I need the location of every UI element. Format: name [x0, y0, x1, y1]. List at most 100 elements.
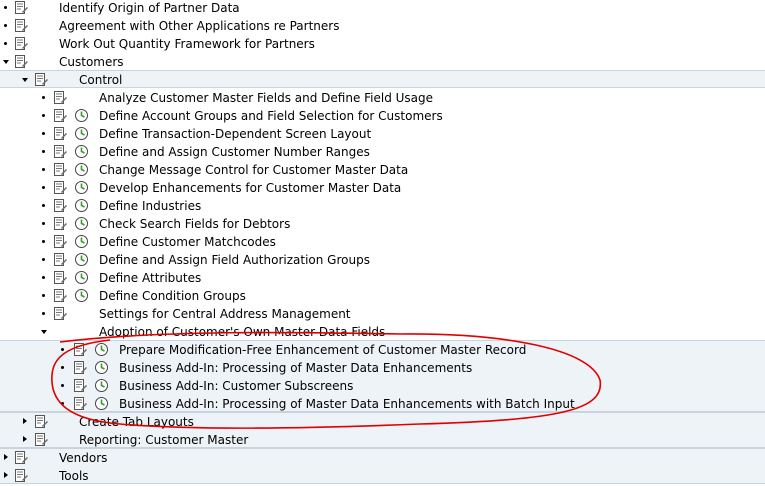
collapse-toggle-icon[interactable] — [23, 436, 27, 442]
document-pencil-icon[interactable] — [52, 108, 67, 123]
document-pencil-icon[interactable] — [13, 18, 28, 33]
tree-node-label[interactable]: Adoption of Customer's Own Master Data F… — [99, 324, 385, 340]
document-pencil-icon[interactable] — [52, 234, 67, 249]
tree-node[interactable]: Vendors — [0, 449, 765, 467]
tree-node[interactable]: Analyze Customer Master Fields and Defin… — [0, 89, 765, 107]
tree-node[interactable]: Change Message Control for Customer Mast… — [0, 161, 765, 179]
document-pencil-icon[interactable] — [13, 54, 28, 69]
tree-node[interactable]: Business Add-In: Processing of Master Da… — [0, 395, 765, 413]
tree-node[interactable]: Settings for Central Address Management — [0, 305, 765, 323]
tree-node[interactable]: Define Customer Matchcodes — [0, 233, 765, 251]
tree-node-label[interactable]: Reporting: Customer Master — [79, 432, 248, 448]
tree-node-label[interactable]: Agreement with Other Applications re Par… — [59, 18, 339, 34]
collapse-toggle-icon[interactable] — [4, 472, 8, 478]
tree-node-label[interactable]: Define and Assign Customer Number Ranges — [99, 144, 370, 160]
execute-clock-icon[interactable] — [74, 144, 89, 159]
document-pencil-icon[interactable] — [52, 198, 67, 213]
tree-node-label[interactable]: Develop Enhancements for Customer Master… — [99, 180, 401, 196]
document-pencil-icon[interactable] — [52, 90, 67, 105]
tree-node-label[interactable]: Customers — [59, 54, 124, 70]
document-pencil-icon[interactable] — [52, 216, 67, 231]
document-pencil-icon[interactable] — [52, 144, 67, 159]
execute-clock-icon[interactable] — [74, 270, 89, 285]
tree-node-label[interactable]: Tools — [59, 468, 89, 484]
tree-node-label[interactable]: Settings for Central Address Management — [99, 306, 351, 322]
document-pencil-icon[interactable] — [13, 0, 28, 15]
tree-node[interactable]: Identify Origin of Partner Data — [0, 0, 765, 17]
tree-node[interactable]: Develop Enhancements for Customer Master… — [0, 179, 765, 197]
document-pencil-icon[interactable] — [72, 378, 87, 393]
execute-clock-icon[interactable] — [74, 108, 89, 123]
tree-node[interactable]: Prepare Modification-Free Enhancement of… — [0, 341, 765, 359]
tree-node[interactable]: Tools — [0, 467, 765, 485]
tree-node[interactable]: Define and Assign Field Authorization Gr… — [0, 251, 765, 269]
tree-node-label[interactable]: Business Add-In: Customer Subscreens — [119, 378, 353, 394]
execute-clock-icon[interactable] — [74, 126, 89, 141]
tree-node-label[interactable]: Identify Origin of Partner Data — [59, 0, 240, 16]
expand-toggle-icon[interactable] — [41, 330, 47, 334]
execute-clock-icon[interactable] — [94, 378, 109, 393]
tree-node-label[interactable]: Define Attributes — [99, 270, 201, 286]
execute-clock-icon[interactable] — [94, 360, 109, 375]
tree-node-label[interactable]: Business Add-In: Processing of Master Da… — [119, 360, 472, 376]
tree-node[interactable]: Define Transaction-Dependent Screen Layo… — [0, 125, 765, 143]
execute-clock-icon[interactable] — [74, 234, 89, 249]
tree-node[interactable]: Reporting: Customer Master — [0, 431, 765, 449]
collapse-toggle-icon[interactable] — [4, 454, 8, 460]
tree-node[interactable]: Define Attributes — [0, 269, 765, 287]
tree-node-label[interactable]: Change Message Control for Customer Mast… — [99, 162, 408, 178]
expand-toggle-icon[interactable] — [22, 78, 28, 82]
document-pencil-icon[interactable] — [13, 36, 28, 51]
document-pencil-icon[interactable] — [52, 126, 67, 141]
tree-node[interactable]: Define Account Groups and Field Selectio… — [0, 107, 765, 125]
execute-clock-icon[interactable] — [74, 216, 89, 231]
tree-node-label[interactable]: Vendors — [59, 450, 107, 466]
tree-node-label[interactable]: Control — [79, 72, 122, 88]
tree-node-label[interactable]: Create Tab Layouts — [79, 414, 194, 430]
document-pencil-icon[interactable] — [52, 252, 67, 267]
tree-node[interactable]: Check Search Fields for Debtors — [0, 215, 765, 233]
document-pencil-icon[interactable] — [52, 162, 67, 177]
document-pencil-icon[interactable] — [52, 270, 67, 285]
document-pencil-icon[interactable] — [52, 288, 67, 303]
document-pencil-icon[interactable] — [72, 342, 87, 357]
expand-toggle-icon[interactable] — [3, 60, 9, 64]
execute-clock-icon[interactable] — [74, 288, 89, 303]
tree-node[interactable]: Create Tab Layouts — [0, 413, 765, 431]
tree-node-label[interactable]: Define Transaction-Dependent Screen Layo… — [99, 126, 371, 142]
document-pencil-icon[interactable] — [13, 468, 28, 483]
tree-node[interactable]: Define and Assign Customer Number Ranges — [0, 143, 765, 161]
execute-clock-icon[interactable] — [74, 162, 89, 177]
tree-node[interactable]: Define Industries — [0, 197, 765, 215]
tree-node[interactable]: Business Add-In: Customer Subscreens — [0, 377, 765, 395]
collapse-toggle-icon[interactable] — [23, 418, 27, 424]
execute-clock-icon[interactable] — [74, 180, 89, 195]
tree-node-label[interactable]: Define Condition Groups — [99, 288, 246, 304]
document-pencil-icon[interactable] — [52, 306, 67, 321]
tree-node[interactable]: Customers — [0, 53, 765, 71]
execute-clock-icon[interactable] — [74, 252, 89, 267]
tree-node-label[interactable]: Define and Assign Field Authorization Gr… — [99, 252, 370, 268]
tree-node[interactable]: Define Condition Groups — [0, 287, 765, 305]
tree-node-label[interactable]: Define Account Groups and Field Selectio… — [99, 108, 443, 124]
tree-node[interactable]: Agreement with Other Applications re Par… — [0, 17, 765, 35]
tree-node-label[interactable]: Check Search Fields for Debtors — [99, 216, 290, 232]
tree-node[interactable]: Business Add-In: Processing of Master Da… — [0, 359, 765, 377]
tree-node-label[interactable]: Define Industries — [99, 198, 201, 214]
tree-node-label[interactable]: Define Customer Matchcodes — [99, 234, 276, 250]
tree-node-label[interactable]: Prepare Modification-Free Enhancement of… — [119, 342, 526, 358]
document-pencil-icon[interactable] — [33, 414, 48, 429]
tree-node[interactable]: Work Out Quantity Framework for Partners — [0, 35, 765, 53]
tree-node-label[interactable]: Work Out Quantity Framework for Partners — [59, 36, 315, 52]
document-pencil-icon[interactable] — [72, 360, 87, 375]
execute-clock-icon[interactable] — [94, 342, 109, 357]
execute-clock-icon[interactable] — [74, 198, 89, 213]
tree-node[interactable]: Adoption of Customer's Own Master Data F… — [0, 323, 765, 341]
document-pencil-icon[interactable] — [33, 72, 48, 87]
execute-clock-icon[interactable] — [94, 396, 109, 411]
tree-node-label[interactable]: Analyze Customer Master Fields and Defin… — [99, 90, 433, 106]
document-pencil-icon[interactable] — [72, 396, 87, 411]
tree-node[interactable]: Control — [0, 71, 765, 89]
tree-node-label[interactable]: Business Add-In: Processing of Master Da… — [119, 396, 575, 412]
document-pencil-icon[interactable] — [52, 180, 67, 195]
